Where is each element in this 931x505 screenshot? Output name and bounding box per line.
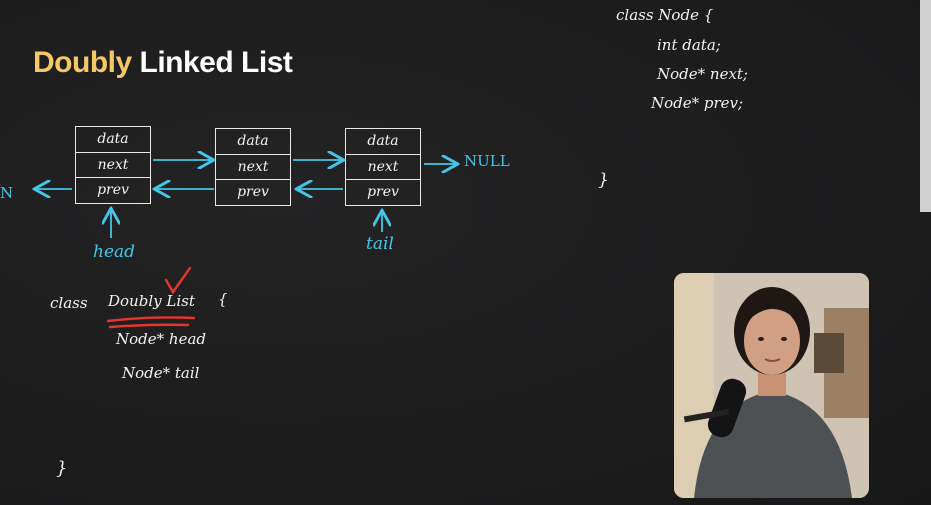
code-node-line3: Node* next; [657,65,748,83]
code-list-close: } [56,458,68,479]
scrollbar[interactable] [920,0,931,212]
head-label: head [93,242,136,262]
code-list-open-brace: { [218,290,228,308]
code-node-line4: Node* prev; [651,94,744,112]
code-list-class-keyword: class [50,294,88,312]
tail-label: tail [366,234,394,254]
code-list-class-name: Doubly List [108,292,195,310]
code-list-head-member: Node* head [116,330,206,348]
code-list-tail-member: Node* tail [122,364,200,382]
code-node-close: } [598,170,609,190]
left-null-label: N [0,184,14,202]
right-null-label: NULL [464,152,510,170]
code-node-line1: class Node { [616,6,714,24]
code-node-line2: int data; [657,36,721,54]
presenter-webcam [674,273,869,498]
